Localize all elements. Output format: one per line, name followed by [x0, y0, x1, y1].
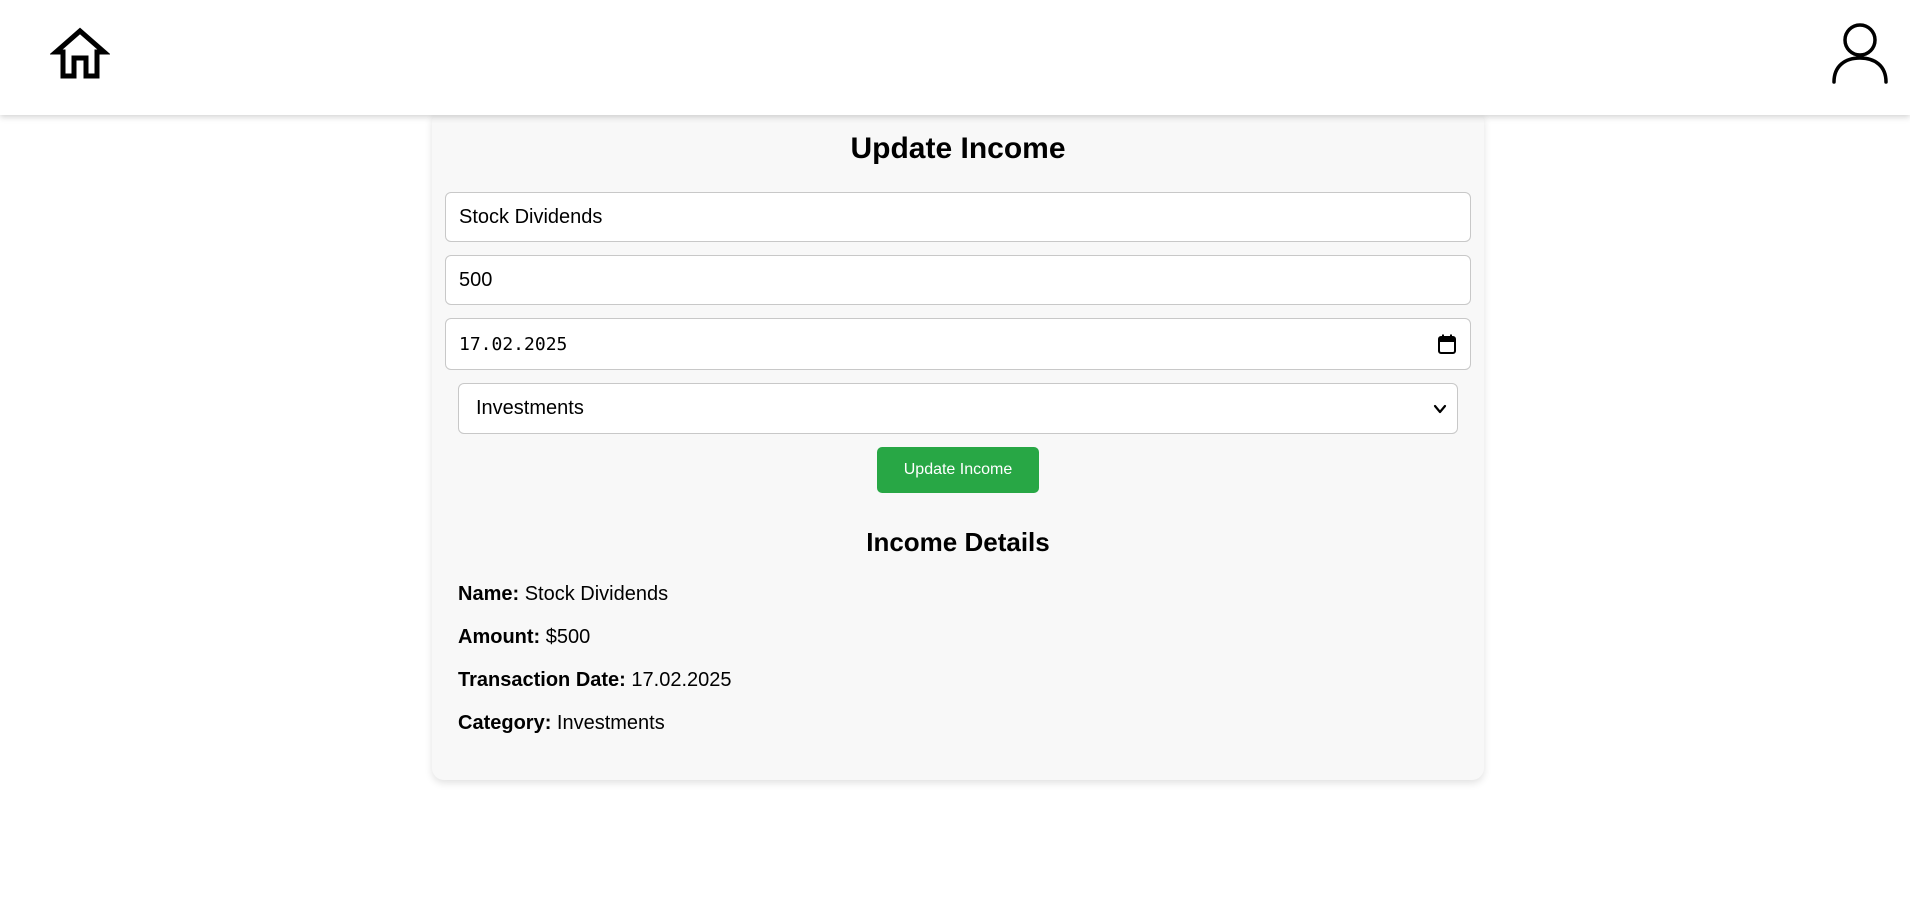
detail-date-label: Transaction Date: [458, 669, 632, 691]
income-amount-value: 500 [459, 268, 493, 291]
transaction-date-value: 17.02.2025 [459, 333, 568, 355]
detail-category-label: Category: [458, 712, 557, 734]
category-select[interactable]: Investments [458, 383, 1458, 434]
calendar-icon[interactable] [1438, 334, 1456, 354]
chevron-down-icon [1433, 404, 1447, 414]
update-income-card: Update Income Stock Dividends 500 17.02.… [432, 110, 1484, 780]
detail-name-row: Name: Stock Dividends [458, 583, 668, 606]
home-button[interactable] [49, 26, 111, 82]
detail-amount-row: Amount: $500 [458, 626, 590, 649]
top-navbar [0, 0, 1910, 115]
detail-date-row: Transaction Date: 17.02.2025 [458, 669, 732, 692]
detail-category-value: Investments [556, 712, 665, 734]
income-name-value: Stock Dividends [459, 205, 603, 228]
transaction-date-input[interactable]: 17.02.2025 [445, 318, 1471, 370]
detail-amount-value: $500 [545, 626, 591, 648]
income-name-input[interactable]: Stock Dividends [445, 192, 1471, 242]
home-icon [49, 27, 111, 79]
detail-category-row: Category: Investments [458, 712, 665, 735]
update-income-button[interactable]: Update Income [877, 447, 1039, 493]
detail-name-value: Stock Dividends [524, 583, 669, 605]
detail-date-value: 17.02.2025 [631, 669, 732, 691]
user-icon [1832, 23, 1888, 84]
income-amount-input[interactable]: 500 [445, 255, 1471, 305]
income-details-title: Income Details [866, 527, 1050, 557]
page-title: Update Income [850, 132, 1066, 165]
detail-amount-label: Amount: [458, 626, 546, 648]
category-selected-value: Investments [476, 397, 584, 419]
detail-name-label: Name: [458, 583, 525, 605]
profile-button[interactable] [1830, 22, 1890, 86]
